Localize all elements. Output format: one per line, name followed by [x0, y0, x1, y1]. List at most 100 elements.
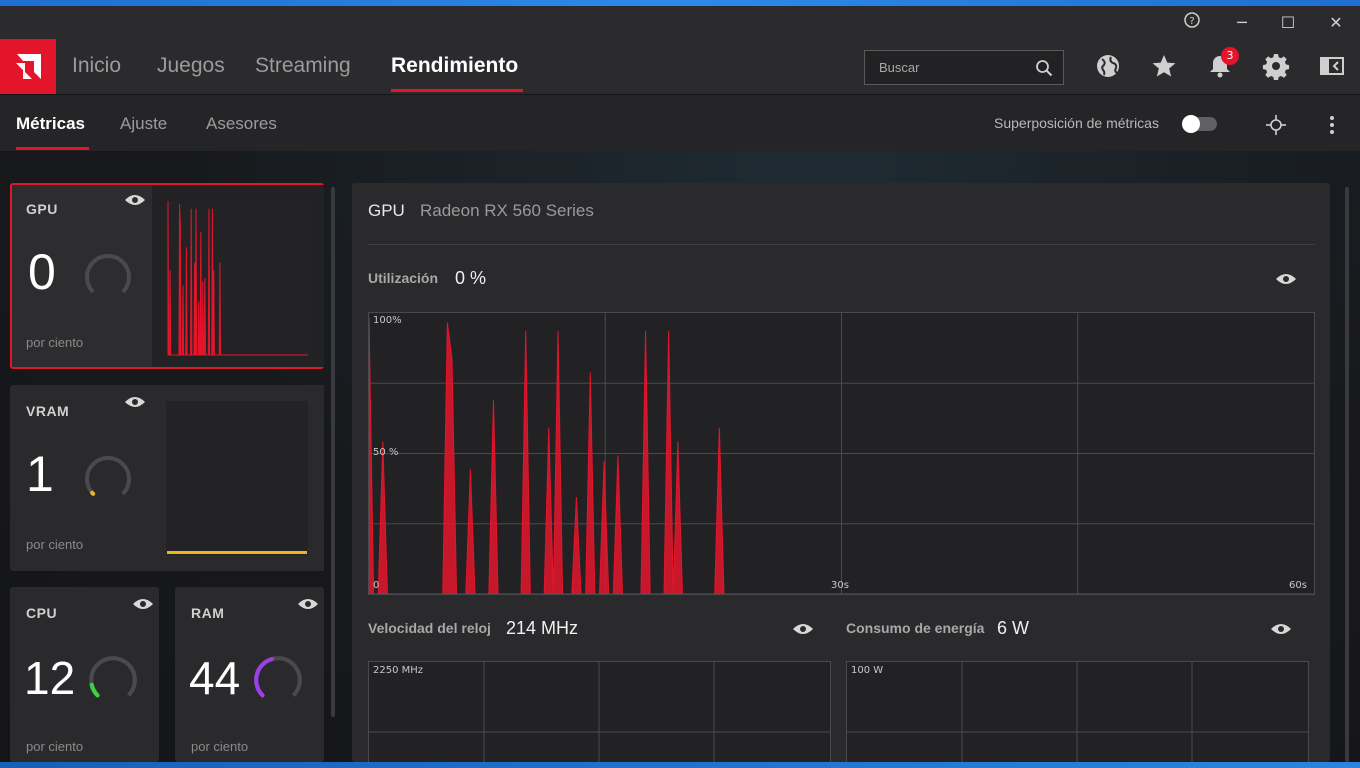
vram-card-unit: por ciento: [26, 537, 84, 552]
vram-card-value: 1: [26, 446, 54, 502]
eye-icon[interactable]: [1275, 272, 1297, 286]
gauge-track: [85, 254, 131, 294]
globe-icon: [1097, 55, 1119, 77]
tab-asesores[interactable]: Asesores: [206, 114, 277, 134]
more-options-button[interactable]: [1322, 113, 1342, 137]
ram-card-label: RAM: [191, 605, 225, 621]
eye-icon[interactable]: [124, 193, 146, 207]
panel-scrollbar[interactable]: [1345, 187, 1349, 762]
panel-divider: [368, 244, 1315, 245]
favorites-button[interactable]: [1150, 52, 1180, 82]
utilization-label: Utilización: [368, 270, 439, 286]
clock-chart-svg: 2250 MHz: [369, 662, 830, 763]
utilization-value: 0 %: [455, 268, 487, 288]
ram-card-unit: por ciento: [191, 739, 249, 754]
tab-rendimiento[interactable]: Rendimiento: [391, 54, 518, 78]
help-button[interactable]: ?: [1180, 12, 1204, 34]
title-bar: ? ─ ☐ ✕: [0, 6, 1360, 39]
amd-logo-icon: [16, 54, 41, 79]
star-icon: [1152, 55, 1176, 77]
gpu-card-unit: por ciento: [26, 335, 84, 350]
sidebar-toggle-button[interactable]: [1318, 52, 1348, 82]
active-subtab-indicator: [16, 147, 89, 150]
vram-mini-plot: [166, 401, 308, 555]
utilization-chart-svg: 100% 50 % 0 30s 60s: [368, 313, 1314, 595]
search-input[interactable]: Buscar: [864, 50, 1064, 85]
gauge-track: [85, 456, 131, 496]
y-tick-label: 50 %: [373, 447, 398, 458]
tab-inicio[interactable]: Inicio: [72, 54, 121, 78]
tab-juegos[interactable]: Juegos: [157, 54, 225, 78]
overlay-label: Superposición de métricas: [994, 115, 1159, 131]
mini-plot-bg: [168, 201, 308, 355]
amd-logo[interactable]: [0, 39, 56, 94]
gauge-fill: [254, 656, 274, 698]
maximize-button[interactable]: ☐: [1276, 12, 1300, 34]
power-chart: 100 W: [846, 661, 1309, 763]
cpu-card-value: 12: [24, 652, 76, 704]
eye-icon[interactable]: [297, 597, 319, 611]
ram-metric-card[interactable]: RAM 44 por ciento: [175, 587, 324, 762]
left-scrollbar[interactable]: [331, 187, 335, 717]
notification-badge: 3: [1221, 47, 1239, 65]
eye-icon[interactable]: [132, 597, 154, 611]
crosshair-button[interactable]: [1264, 113, 1288, 137]
toggle-knob: [1182, 115, 1200, 133]
vram-mini-chart: [152, 385, 324, 571]
tab-metricas[interactable]: Métricas: [16, 114, 85, 134]
active-tab-indicator: [391, 89, 523, 92]
power-chart-svg: 100 W: [847, 662, 1308, 763]
clock-chart: 2250 MHz: [368, 661, 831, 763]
vram-mini-line: [167, 551, 307, 554]
cpu-gauge: [89, 656, 137, 698]
y-tick-label: 0: [373, 580, 379, 591]
sidebar-toggle-icon: [1320, 57, 1344, 75]
gauge-fill: [90, 490, 96, 496]
gpu-mini-chart: [152, 185, 324, 367]
gpu-card-value: 0: [28, 244, 56, 300]
vram-metric-card[interactable]: VRAM 1 por ciento: [10, 385, 324, 571]
gpu-mini-chart-svg: [167, 200, 308, 356]
panel-title: GPU: [368, 201, 405, 220]
gpu-card-label: GPU: [26, 201, 58, 217]
cpu-card-label: CPU: [26, 605, 58, 621]
tab-streaming[interactable]: Streaming: [255, 54, 351, 78]
power-label: Consumo de energía: [846, 620, 985, 636]
clock-label: Velocidad del reloj: [368, 620, 491, 636]
help-icon: ?: [1184, 12, 1200, 28]
globe-button[interactable]: [1094, 52, 1124, 82]
svg-text:?: ?: [1189, 16, 1194, 27]
x-tick-label: 60s: [1289, 580, 1307, 591]
vram-card-label: VRAM: [26, 403, 70, 419]
search-placeholder: Buscar: [879, 60, 920, 75]
settings-button[interactable]: [1262, 52, 1292, 82]
gauge-track: [89, 656, 137, 697]
vram-gauge: [85, 456, 131, 496]
ram-gauge: [254, 656, 302, 698]
eye-icon[interactable]: [124, 395, 146, 409]
ram-card-value: 44: [189, 652, 241, 704]
overlay-toggle[interactable]: [1182, 115, 1217, 133]
gpu-metric-card[interactable]: GPU 0 por ciento: [10, 183, 324, 369]
minimize-button[interactable]: ─: [1230, 12, 1254, 34]
cpu-metric-card[interactable]: CPU 12 por ciento: [10, 587, 159, 762]
power-axis-top-label: 100 W: [851, 665, 883, 676]
power-value: 6 W: [997, 618, 1030, 638]
crosshair-icon: [1266, 115, 1286, 135]
more-vertical-icon: [1330, 116, 1334, 134]
eye-icon[interactable]: [1270, 622, 1292, 636]
gpu-gauge: [85, 254, 131, 294]
panel-subtitle: Radeon RX 560 Series: [420, 201, 594, 220]
search-icon: [1036, 60, 1053, 77]
gpu-detail-panel: GPU Radeon RX 560 Series Utilización 0 %…: [352, 183, 1330, 763]
x-tick-label: 30s: [831, 580, 849, 591]
y-tick-label: 100%: [373, 315, 402, 326]
eye-icon[interactable]: [792, 622, 814, 636]
clock-value: 214 MHz: [506, 618, 579, 638]
cpu-card-unit: por ciento: [26, 739, 84, 754]
close-button[interactable]: ✕: [1324, 12, 1348, 34]
tab-ajuste[interactable]: Ajuste: [120, 114, 167, 134]
main-nav: Inicio Juegos Streaming Rendimiento Busc…: [0, 39, 1360, 94]
sub-nav: Métricas Ajuste Asesores Superposición d…: [0, 94, 1360, 151]
utilization-chart: 100% 50 % 0 30s 60s: [368, 312, 1315, 595]
